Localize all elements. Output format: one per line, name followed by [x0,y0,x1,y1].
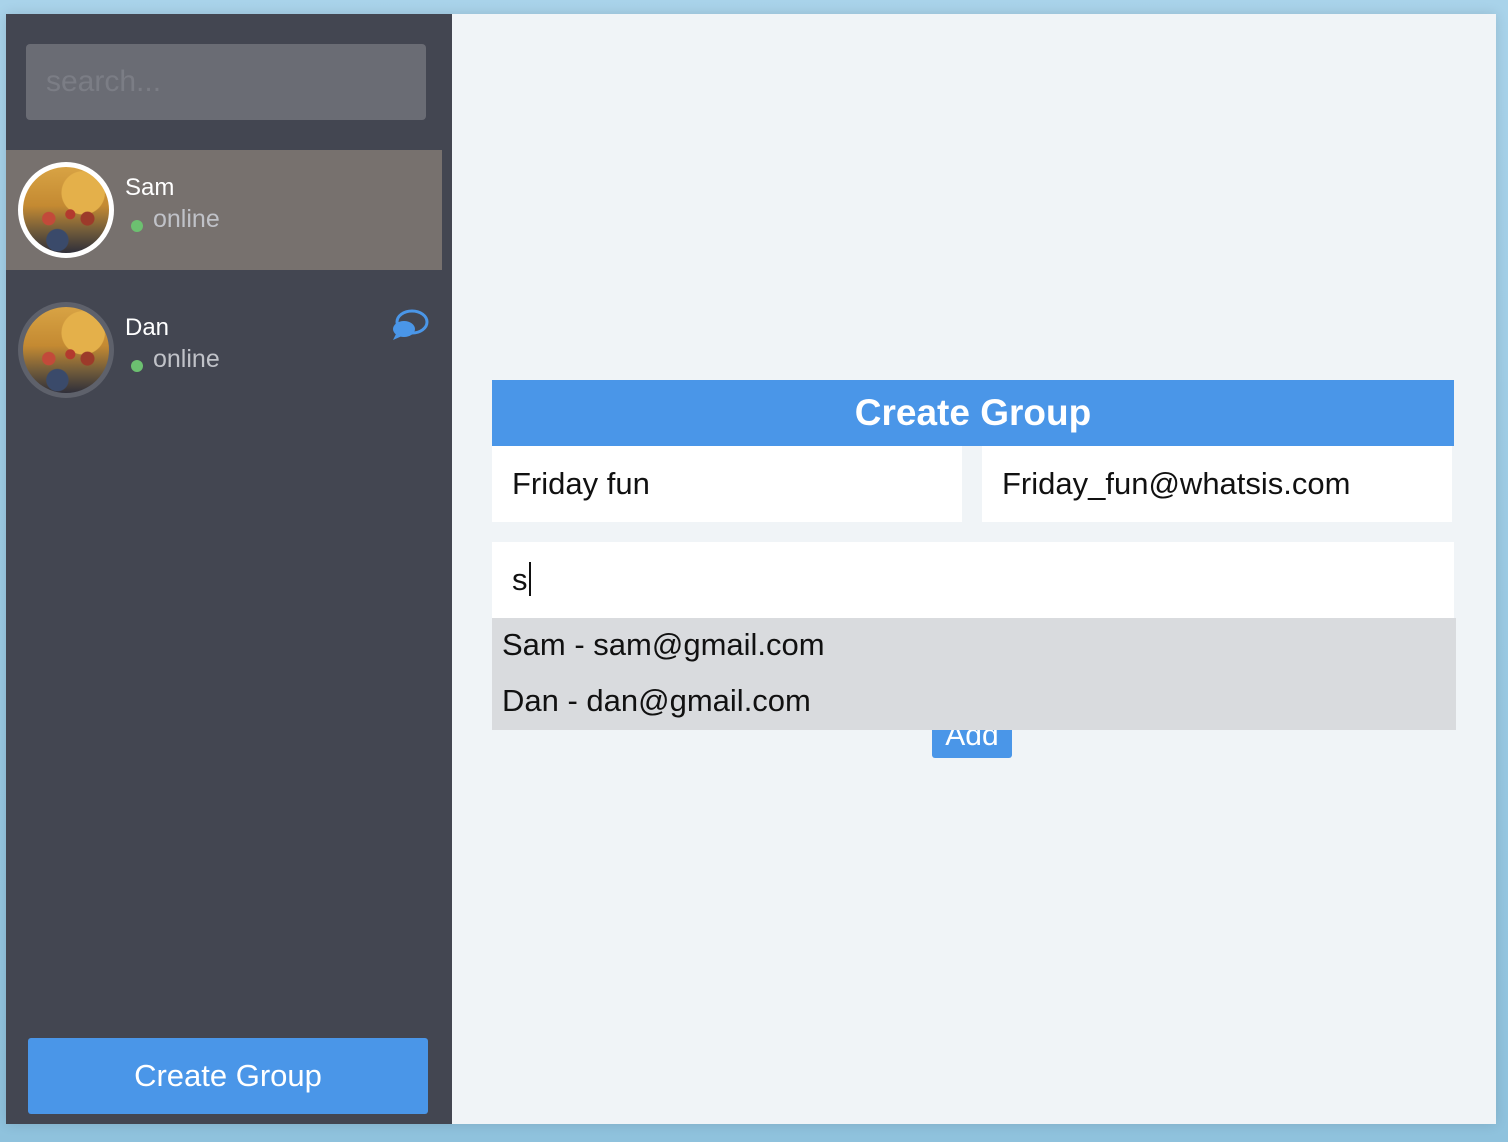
avatar [18,302,114,398]
sidebar: Sam online Dan online Create Group [6,14,452,1124]
suggestion-dropdown: Sam - sam@gmail.com Dan - dan@gmail.com [492,618,1456,730]
online-status-dot [131,360,143,372]
member-search-value-wrap: s [512,562,531,598]
contact-item-dan[interactable]: Dan online [6,290,442,410]
contact-name: Dan [125,314,170,341]
avatar [18,162,114,258]
contact-status: online [153,205,220,233]
member-search-input[interactable]: s [492,542,1454,618]
group-name-input[interactable] [492,446,962,522]
contact-item-sam[interactable]: Sam online [6,150,442,270]
suggestion-item-dan[interactable]: Dan - dan@gmail.com [502,683,811,719]
app-window: Sam online Dan online Create Group Creat… [6,14,1496,1124]
search-input[interactable] [26,44,426,120]
text-caret [528,562,531,596]
main-panel: Create Group s Add Sam - sam@gmail.com D… [452,14,1496,1124]
contact-name: Sam [125,174,175,201]
online-status-dot [131,220,143,232]
suggestion-item-sam[interactable]: Sam - sam@gmail.com [502,627,825,663]
create-group-button[interactable]: Create Group [28,1038,428,1114]
contact-status: online [153,345,220,373]
form-title: Create Group [492,380,1454,446]
group-email-input[interactable] [982,446,1452,522]
member-search-value: s [512,562,528,597]
chat-bubbles-icon[interactable] [390,308,430,342]
